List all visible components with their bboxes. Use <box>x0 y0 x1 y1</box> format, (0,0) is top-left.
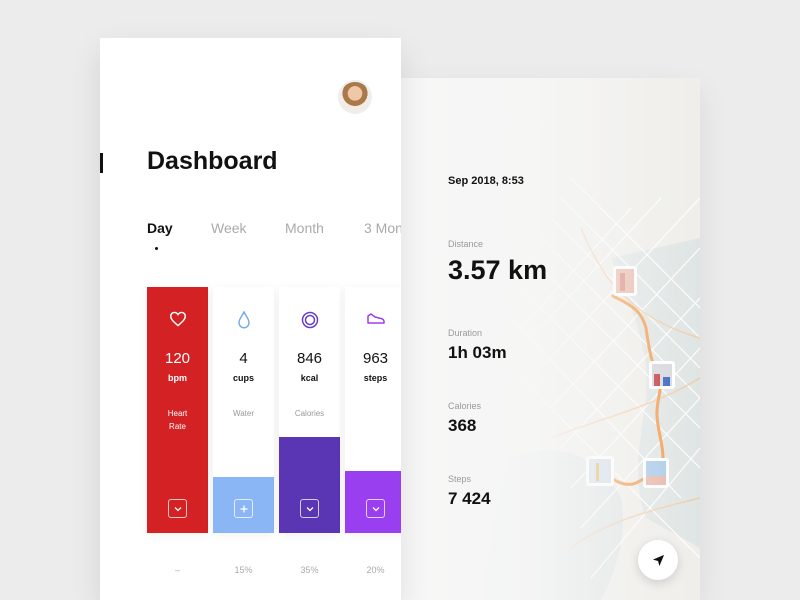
heart-rate-percent: – <box>174 565 180 575</box>
water-card[interactable]: 4 cups Water <box>213 287 274 533</box>
add-water-button[interactable] <box>234 499 253 518</box>
steps-percent: 20% <box>366 565 385 575</box>
calories-label: Calories <box>294 409 325 418</box>
calories-value: 368 <box>448 416 477 435</box>
calories-label: Calories <box>448 401 482 411</box>
active-tab-dot <box>155 247 158 250</box>
activity-date: Sep 2018, 8:53 <box>448 175 524 187</box>
heart-rate-expand-button[interactable] <box>168 499 187 518</box>
period-tabs: Day Week Month 3 Mon <box>147 220 401 250</box>
tab-day[interactable]: Day <box>147 220 173 236</box>
steps-label: Steps <box>448 474 472 484</box>
dashboard-screen: Dashboard Day Week Month 3 Mon 120 bpm H… <box>100 38 401 600</box>
navigate-button[interactable] <box>638 540 678 580</box>
chevron-down-icon <box>306 506 313 511</box>
page-title: Dashboard <box>147 147 278 175</box>
tab-month[interactable]: Month <box>285 220 324 236</box>
steps-expand-button[interactable] <box>366 499 385 518</box>
calories-fill <box>279 437 340 533</box>
heart-icon <box>169 311 186 327</box>
steps-value: 7 424 <box>448 489 491 508</box>
calories-percent: 35% <box>300 565 319 575</box>
water-value: 4 <box>239 350 248 367</box>
steps-card[interactable]: 963 steps <box>345 287 401 533</box>
chevron-down-icon <box>174 506 181 511</box>
distance-value: 3.57 km <box>448 255 548 285</box>
heart-rate-value: 120 <box>164 350 191 367</box>
heart-rate-card[interactable]: 120 bpm Heart Rate <box>147 287 208 533</box>
steps-unit: steps <box>363 373 388 383</box>
chevron-down-icon <box>372 506 379 511</box>
tab-3-months[interactable]: 3 Mon <box>364 220 401 236</box>
water-label: Water <box>232 409 255 418</box>
duration-label: Duration <box>448 328 483 338</box>
calories-unit: kcal <box>300 373 319 383</box>
ring-icon <box>301 311 318 329</box>
menu-indicator <box>100 153 103 173</box>
avatar[interactable] <box>338 80 372 114</box>
water-drop-icon <box>237 311 250 329</box>
activity-screen: Sep 2018, 8:53 Distance 3.57 km Duration… <box>401 78 700 600</box>
shoe-icon <box>366 313 385 324</box>
heart-rate-unit: bpm <box>168 373 187 383</box>
steps-value: 963 <box>362 350 389 367</box>
calories-value: 846 <box>296 350 323 367</box>
calories-card[interactable]: 846 kcal Calories <box>279 287 340 533</box>
city-map[interactable] <box>401 78 700 600</box>
heart-rate-label: Heart Rate <box>167 409 188 431</box>
water-percent: 15% <box>234 565 253 575</box>
distance-label: Distance <box>448 239 484 249</box>
water-unit: cups <box>232 373 254 383</box>
percent-row: – 15% 35% 20% <box>147 565 401 579</box>
tab-week[interactable]: Week <box>211 220 247 236</box>
navigation-arrow-icon <box>652 554 664 566</box>
duration-value: 1h 03m <box>448 343 507 362</box>
plus-icon <box>240 505 247 512</box>
calories-expand-button[interactable] <box>300 499 319 518</box>
metric-cards: 120 bpm Heart Rate 4 cups Water 846 kcal… <box>147 287 401 533</box>
